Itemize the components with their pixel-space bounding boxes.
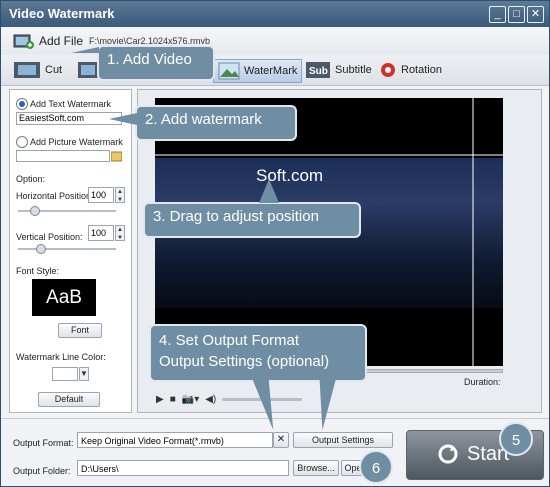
title-bar: Video Watermark _ □ ✕ (1, 1, 549, 27)
camera-icon[interactable]: 📷▾ (182, 394, 199, 405)
line-color-swatch[interactable] (52, 367, 78, 381)
tab-merge[interactable] (77, 59, 99, 81)
font-style-label: Font Style: (16, 266, 60, 276)
callout-tail (71, 47, 99, 53)
add-text-label: Add Text Watermark (30, 99, 112, 109)
watermark-settings-panel: Add Text Watermark EasiestSoft.com Add P… (9, 89, 132, 413)
tab-rotation-label: Rotation (401, 64, 442, 76)
player-controls: ▶ ■ 📷▾ ◀) (156, 392, 303, 406)
callout-tail (109, 113, 137, 125)
horizontal-slider-thumb[interactable] (30, 206, 40, 216)
callout-output-format: 4. Set Output Format Output Settings (op… (149, 324, 367, 382)
horizontal-spinner[interactable]: ▲ ▼ (115, 187, 125, 203)
callout-line: 4. Set Output Format (159, 332, 300, 349)
browse-button[interactable]: Browse... (293, 460, 339, 476)
minimize-button[interactable]: _ (489, 6, 506, 23)
tab-watermark-label: WaterMark (244, 65, 298, 77)
add-text-radio[interactable] (16, 98, 28, 110)
film-icon (14, 62, 40, 78)
callout-tail (259, 179, 279, 203)
stop-icon[interactable]: ■ (170, 394, 176, 405)
tab-rotation[interactable]: Rotation (379, 59, 442, 81)
callout-drag-position: 3. Drag to adjust position (143, 202, 361, 238)
font-preview: AaB (32, 279, 96, 316)
vertical-spinner[interactable]: ▲ ▼ (115, 225, 125, 241)
tool-tabs: Cut WaterMark Sub Subtitle Rotation (1, 55, 549, 86)
callout-add-watermark: 2. Add watermark (135, 105, 297, 141)
add-picture-radio[interactable] (16, 136, 28, 148)
play-icon[interactable]: ▶ (156, 394, 164, 405)
vertical-position-input[interactable]: 100 (88, 225, 114, 241)
tab-subtitle[interactable]: Sub Subtitle (305, 59, 372, 81)
tab-watermark[interactable]: WaterMark (213, 59, 303, 83)
option-label: Option: (16, 174, 46, 184)
horizontal-position-label: Horizontal Position: (16, 191, 94, 201)
film-add-icon (13, 34, 34, 49)
callout-step-6: 6 (359, 450, 393, 484)
output-format-select[interactable]: Keep Original Video Format(*.rmvb) (77, 432, 273, 448)
volume-icon[interactable]: ◀) (205, 394, 216, 405)
refresh-icon (438, 444, 458, 464)
output-folder-label: Output Folder: (13, 466, 71, 476)
tab-cut-label: Cut (45, 64, 63, 76)
rotation-icon (381, 63, 395, 77)
close-button[interactable]: ✕ (527, 6, 544, 23)
callout-line: Output Settings (optional) (159, 353, 330, 370)
font-button[interactable]: Font (58, 323, 102, 338)
add-file-label: Add File (39, 34, 84, 48)
chevron-down-icon[interactable]: ▼ (79, 367, 89, 381)
output-format-label: Output Format: (13, 438, 74, 448)
tab-cut[interactable]: Cut (13, 59, 62, 81)
clear-format-button[interactable]: ✕ (273, 432, 289, 448)
video-watermark-window: Video Watermark _ □ ✕ Add File F:\movie\… (0, 0, 550, 487)
output-folder-input[interactable]: D:\Users\ (77, 460, 289, 476)
window-title: Video Watermark (9, 6, 115, 21)
film-icon (78, 62, 98, 78)
subtitle-icon: Sub (306, 62, 330, 78)
tab-subtitle-label: Subtitle (335, 64, 372, 76)
line-color-label: Watermark Line Color: (16, 352, 106, 362)
folder-icon[interactable] (111, 150, 122, 162)
vertical-position-slider[interactable] (18, 248, 116, 250)
horizontal-position-input[interactable]: 100 (88, 187, 114, 203)
image-icon (218, 62, 240, 80)
default-button[interactable]: Default (38, 392, 100, 407)
add-picture-label: Add Picture Watermark (30, 137, 123, 147)
callout-add-video: 1. Add Video (97, 45, 215, 81)
callout-step-5: 5 (499, 422, 533, 456)
maximize-button[interactable]: □ (508, 6, 525, 23)
picture-path-input[interactable] (16, 150, 110, 162)
watermark-text-input[interactable]: EasiestSoft.com (16, 112, 122, 125)
duration-label: Duration: (464, 377, 501, 387)
output-settings-button[interactable]: Output Settings (293, 432, 393, 448)
svg-text:Sub: Sub (309, 66, 328, 77)
vertical-position-label: Vertical Position: (16, 232, 83, 242)
vertical-slider-thumb[interactable] (36, 244, 46, 254)
